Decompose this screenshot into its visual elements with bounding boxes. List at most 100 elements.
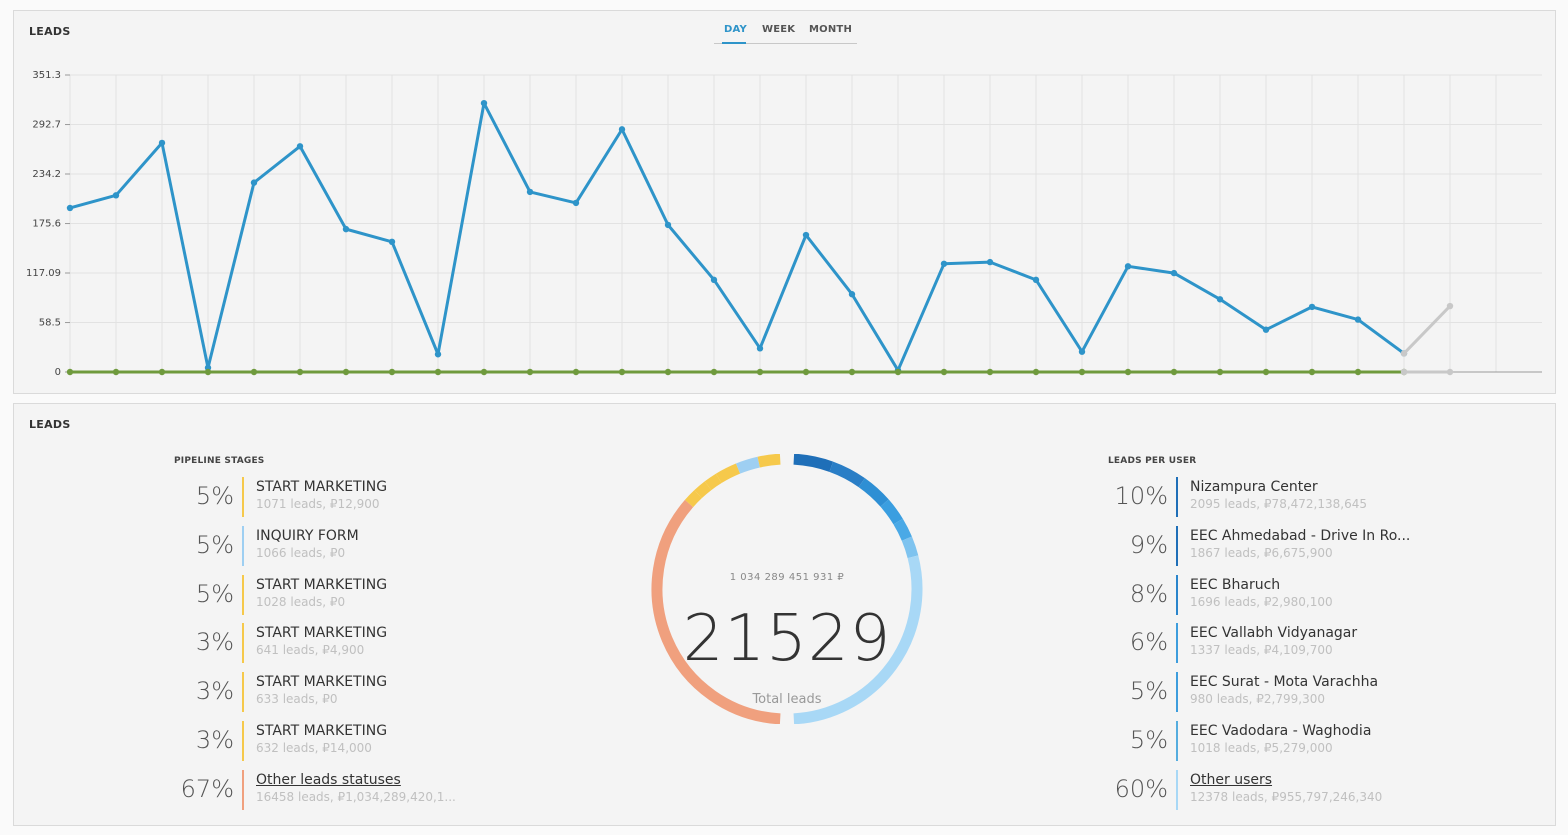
donut-user-segment [858, 478, 889, 507]
y-tick-label: 58.5 [39, 318, 61, 329]
pipeline-stage-percent: 3% [195, 677, 234, 706]
user-row: 5% EEC Surat - Mota Varachha 980 leads, ₽2… [1108, 672, 1428, 713]
y-tick-label: 0 [55, 367, 61, 378]
user-percent: 60% [1114, 774, 1168, 803]
user-percent: 5% [1129, 726, 1168, 754]
donut-user-segment [829, 461, 865, 488]
series-point [1400, 368, 1408, 376]
user-color-bar [1176, 721, 1178, 761]
pipeline-stage-name: START MARKETING [256, 576, 388, 593]
pipeline-stage-details: 641 leads, ₽4,900 [256, 643, 365, 658]
user-details: 2095 leads, ₽78,472,138,645 [1190, 497, 1367, 511]
y-tick-label: 292.7 [32, 120, 61, 131]
user-percent: 8% [1129, 579, 1168, 608]
series-point [894, 368, 902, 376]
panel-title: LEADS [29, 418, 71, 431]
series-point [388, 368, 396, 376]
series-point [710, 368, 718, 376]
series-point [664, 221, 672, 229]
pipeline-stage-details: 16458 leads, ₽1,034,289,420,1... [256, 789, 456, 804]
user-details: 1337 leads, ₽4,109,700 [1190, 643, 1333, 658]
user-name: Nizampura Center [1190, 479, 1318, 495]
user-color-bar [1176, 623, 1178, 664]
user-color-bar [1176, 525, 1178, 566]
series-point [848, 291, 856, 298]
pipeline-stage-row: 5% START MARKETING 1071 leads, ₽12,900 [174, 477, 494, 517]
pipeline-stage-row: 5% START MARKETING 1028 leads, ₽0 [174, 574, 494, 615]
total-leads-count: 21529 [682, 602, 892, 676]
series-point [1446, 368, 1454, 376]
series-point [204, 368, 212, 376]
pipeline-stage-other-link[interactable]: Other leads statuses [256, 772, 401, 788]
donut-pipeline-segment [715, 463, 741, 484]
pipeline-stage-color-bar [242, 574, 244, 615]
series-point [342, 368, 350, 376]
user-name: EEC Vallabh Vidyanagar [1190, 625, 1358, 642]
pipeline-stage-color-bar [242, 477, 244, 517]
series-point [664, 368, 672, 376]
user-percent: 5% [1129, 677, 1168, 706]
pipeline-stage-color-bar [242, 525, 244, 566]
series-point [434, 351, 442, 358]
series-point [1170, 368, 1178, 376]
pipeline-stage-row: 3% START MARKETING 632 leads, ₽14,000 [174, 721, 494, 761]
pipeline-stage-name: INQUIRY FORM [256, 527, 359, 544]
pipeline-stage-row: 3% START MARKETING 641 leads, ₽4,900 [174, 623, 494, 664]
pipeline-stage-row: 5% INQUIRY FORM 1066 leads, ₽0 [174, 525, 494, 566]
user-name: EEC Surat - Mota Varachha [1190, 674, 1379, 691]
series-point [1262, 326, 1270, 333]
series-point [756, 345, 764, 352]
series-point [388, 238, 396, 246]
pipeline-stage-percent: 5% [195, 482, 234, 510]
donut-pipeline-segment [735, 456, 761, 474]
pipeline-stage-row[interactable]: 67% Other leads statuses 16458 leads, ₽1,0… [174, 769, 494, 810]
series-point [250, 368, 258, 376]
series-point [250, 179, 258, 186]
series-point [572, 368, 580, 376]
pipeline-stage-percent: 5% [195, 579, 234, 608]
leads-line-chart: 0 58.5 117.09 175.6 234.2 292.7 351.3 [26, 70, 1542, 378]
y-tick-label: 234.2 [32, 169, 61, 180]
series-point [1354, 368, 1362, 376]
pipeline-stage-details: 633 leads, ₽0 [256, 692, 338, 707]
donut-pipeline-segment [757, 454, 781, 468]
total-amount: 1 034 289 451 931 ₽ [729, 572, 845, 583]
series-point [296, 143, 304, 150]
series-point [1308, 303, 1316, 311]
leads-chart-panel: LEADS DAY WEEK MONTH 0 58.5 117.09 175.6 234… [13, 10, 1556, 394]
pipeline-stage-color-bar [242, 721, 244, 761]
pipeline-stage-percent: 5% [195, 530, 234, 559]
pipeline-stage-details: 632 leads, ₽14,000 [256, 741, 372, 755]
pipeline-stage-details: 1071 leads, ₽12,900 [256, 497, 380, 511]
series-point [986, 258, 994, 266]
series-point [986, 368, 994, 376]
pipeline-stage-percent: 67% [180, 774, 234, 803]
user-other-link[interactable]: Other users [1190, 772, 1272, 788]
series-point [1308, 368, 1316, 376]
series-point [1262, 368, 1270, 376]
donut-user-segment [893, 518, 912, 541]
series-point [618, 126, 626, 133]
user-details: 12378 leads, ₽955,797,246,340 [1190, 789, 1383, 804]
pipeline-stage-details: 1028 leads, ₽0 [256, 594, 346, 609]
series-point [158, 139, 166, 147]
user-name: EEC Vadodara - Waghodia [1190, 723, 1372, 739]
user-details: 1696 leads, ₽2,980,100 [1190, 594, 1333, 609]
y-tick-label: 175.6 [32, 219, 61, 230]
series-point [1032, 276, 1040, 284]
total-leads-donut: 1 034 289 451 931 ₽ 21529 Total leads [647, 454, 927, 724]
series-point [158, 368, 166, 376]
user-row[interactable]: 60% Other users 12378 leads, ₽955,797,246,… [1108, 769, 1428, 810]
pipeline-stage-name: START MARKETING [256, 674, 388, 691]
series-point [1216, 368, 1224, 376]
series-point [480, 368, 488, 376]
series-point [940, 260, 948, 267]
series-point [1124, 368, 1132, 376]
series-point [296, 368, 304, 376]
user-name: EEC Ahmedabad - Drive In Ro... [1190, 527, 1411, 544]
series-point [342, 225, 350, 233]
pipeline-stage-name: START MARKETING [256, 723, 388, 739]
donut-pipeline-segment [694, 481, 712, 499]
pipeline-stage-percent: 3% [195, 628, 234, 657]
donut-pipeline-segment [704, 473, 722, 491]
